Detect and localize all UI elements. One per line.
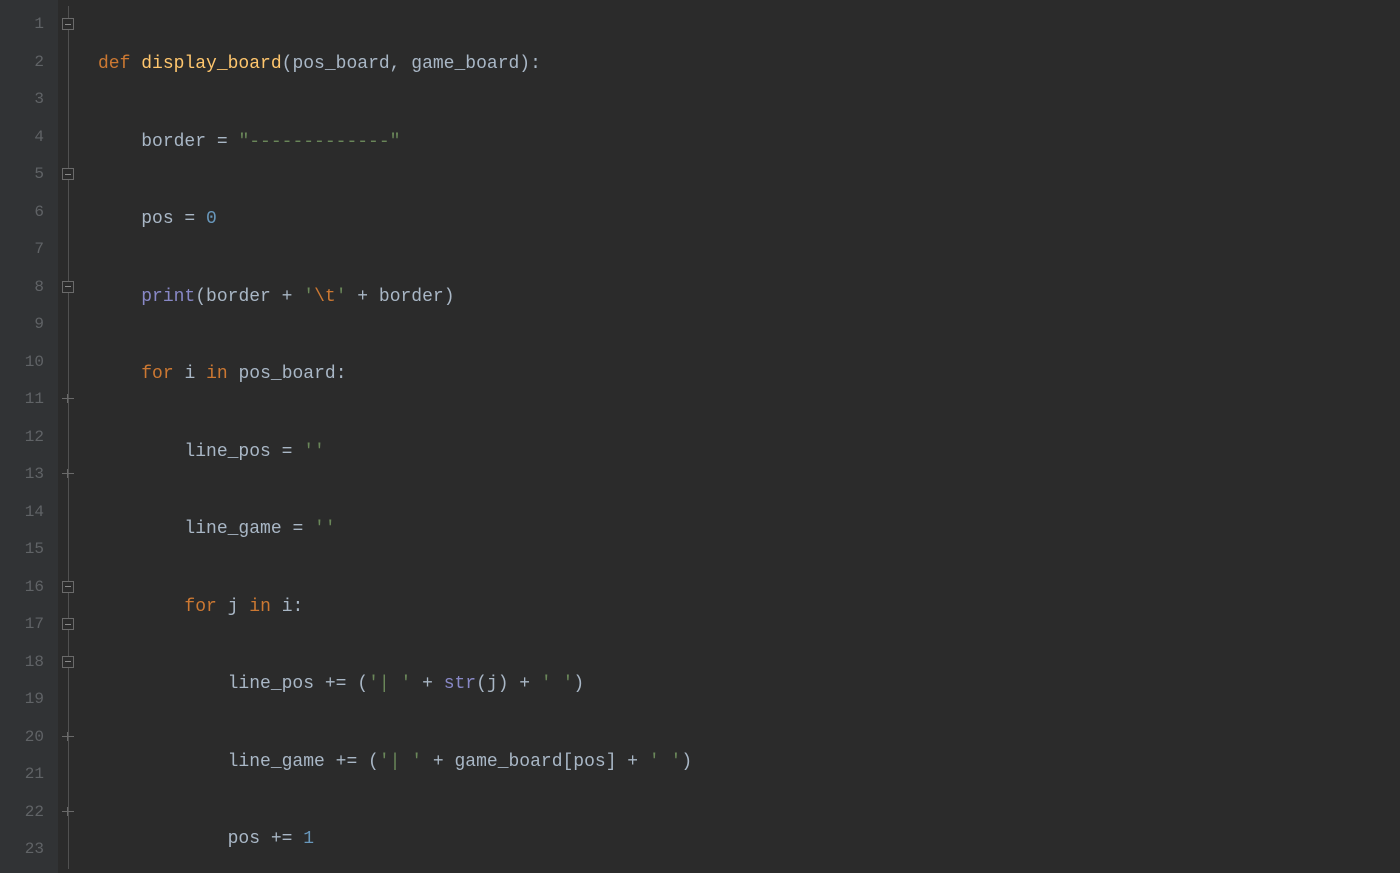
line-number: 12: [0, 419, 58, 457]
fold-guide-line: [68, 681, 69, 719]
fold-cell: [58, 644, 88, 682]
fold-cell: [58, 306, 88, 344]
line-number: 11: [0, 381, 58, 419]
fold-cell: [58, 681, 88, 719]
fold-cell: [58, 831, 88, 869]
function-name: display_board: [141, 54, 281, 74]
line-number: 7: [0, 231, 58, 269]
code-line[interactable]: for j in i:: [88, 589, 1400, 627]
fold-cell: [58, 194, 88, 232]
fold-end-icon: [62, 806, 74, 818]
code-line[interactable]: pos += 1: [88, 821, 1400, 859]
line-number: 9: [0, 306, 58, 344]
code-line[interactable]: border = "-------------": [88, 124, 1400, 162]
line-number: 10: [0, 344, 58, 382]
code-line[interactable]: line_game += ('| ' + game_board[pos] + '…: [88, 744, 1400, 782]
fold-guide-line: [68, 531, 69, 569]
line-number: 17: [0, 606, 58, 644]
fold-guide-line: [68, 81, 69, 119]
line-number: 19: [0, 681, 58, 719]
fold-cell: [58, 6, 88, 44]
fold-gutter: [58, 0, 88, 873]
fold-end-icon: [62, 393, 74, 405]
code-line[interactable]: def display_board(pos_board, game_board)…: [88, 46, 1400, 84]
line-number: 20: [0, 719, 58, 757]
fold-guide-line: [68, 306, 69, 344]
fold-cell: [58, 419, 88, 457]
fold-cell: [58, 794, 88, 832]
fold-guide-line: [68, 119, 69, 157]
fold-cell: [58, 231, 88, 269]
line-number: 15: [0, 531, 58, 569]
fold-guide-line: [68, 344, 69, 382]
fold-cell: [58, 44, 88, 82]
fold-guide-line: [68, 831, 69, 869]
code-editor: 1 2 3 4 5 6 7 8 9 10 11 12 13 14 15 16 1…: [0, 0, 1400, 873]
line-number: 23: [0, 831, 58, 869]
fold-end-icon: [62, 468, 74, 480]
fold-end-icon: [62, 731, 74, 743]
fold-cell: [58, 381, 88, 419]
code-area[interactable]: def display_board(pos_board, game_board)…: [88, 0, 1400, 873]
fold-cell: [58, 531, 88, 569]
code-line[interactable]: line_pos = '': [88, 434, 1400, 472]
fold-guide-line: [68, 194, 69, 232]
line-number: 2: [0, 44, 58, 82]
fold-toggle-icon[interactable]: [62, 656, 74, 668]
line-number: 18: [0, 644, 58, 682]
fold-cell: [58, 494, 88, 532]
fold-toggle-icon[interactable]: [62, 581, 74, 593]
fold-guide-line: [68, 231, 69, 269]
fold-guide-line: [68, 44, 69, 82]
line-number: 4: [0, 119, 58, 157]
line-number-gutter: 1 2 3 4 5 6 7 8 9 10 11 12 13 14 15 16 1…: [0, 0, 58, 873]
fold-guide-line: [68, 419, 69, 457]
code-line[interactable]: print(border + '\t' + border): [88, 279, 1400, 317]
builtin-print: print: [141, 287, 195, 307]
fold-cell: [58, 269, 88, 307]
line-number: 21: [0, 756, 58, 794]
line-number: 22: [0, 794, 58, 832]
code-line[interactable]: pos = 0: [88, 201, 1400, 239]
line-number: 3: [0, 81, 58, 119]
line-number: 1: [0, 6, 58, 44]
fold-cell: [58, 156, 88, 194]
code-line[interactable]: line_game = '': [88, 511, 1400, 549]
fold-cell: [58, 456, 88, 494]
fold-toggle-icon[interactable]: [62, 618, 74, 630]
line-number: 6: [0, 194, 58, 232]
line-number: 8: [0, 269, 58, 307]
fold-toggle-icon[interactable]: [62, 281, 74, 293]
line-number: 13: [0, 456, 58, 494]
fold-cell: [58, 756, 88, 794]
fold-toggle-icon[interactable]: [62, 18, 74, 30]
fold-cell: [58, 569, 88, 607]
fold-cell: [58, 119, 88, 157]
fold-guide-line: [68, 494, 69, 532]
keyword-def: def: [98, 54, 130, 74]
fold-cell: [58, 344, 88, 382]
code-line[interactable]: line_pos += ('| ' + str(j) + ' '): [88, 666, 1400, 704]
line-number: 5: [0, 156, 58, 194]
fold-cell: [58, 606, 88, 644]
fold-cell: [58, 719, 88, 757]
fold-cell: [58, 81, 88, 119]
line-number: 16: [0, 569, 58, 607]
line-number: 14: [0, 494, 58, 532]
fold-guide-line: [68, 756, 69, 794]
fold-toggle-icon[interactable]: [62, 168, 74, 180]
code-line[interactable]: for i in pos_board:: [88, 356, 1400, 394]
